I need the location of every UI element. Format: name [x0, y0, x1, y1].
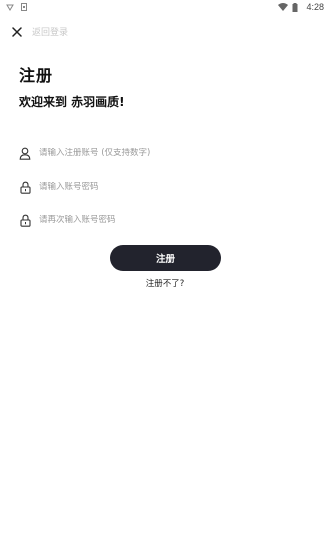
status-bar: 4:28 — [0, 0, 330, 16]
lock-icon — [18, 213, 32, 227]
notification-icon — [6, 3, 14, 11]
status-left — [6, 3, 28, 11]
lock-icon — [18, 180, 32, 194]
password-field — [18, 176, 312, 198]
confirm-password-input[interactable] — [39, 215, 289, 225]
status-right: 4:28 — [278, 2, 324, 12]
cant-register-link[interactable]: 注册不了? — [0, 277, 330, 289]
back-to-login-link[interactable]: 返回登录 — [32, 25, 68, 38]
wifi-icon — [278, 3, 289, 11]
close-icon — [12, 22, 22, 41]
sim-icon — [20, 3, 28, 11]
password-input[interactable] — [39, 182, 289, 192]
battery-icon — [292, 3, 300, 12]
page-title: 注册 — [19, 66, 54, 85]
status-time: 4:28 — [306, 2, 324, 12]
account-input[interactable] — [39, 148, 289, 158]
close-button[interactable] — [10, 24, 24, 38]
topbar: 返回登录 — [10, 22, 68, 40]
register-button[interactable]: 注册 — [110, 245, 221, 271]
user-icon — [18, 146, 32, 160]
welcome-text: 欢迎来到 赤羽画质! — [19, 95, 125, 109]
confirm-password-field — [18, 209, 312, 231]
account-field — [18, 142, 312, 164]
